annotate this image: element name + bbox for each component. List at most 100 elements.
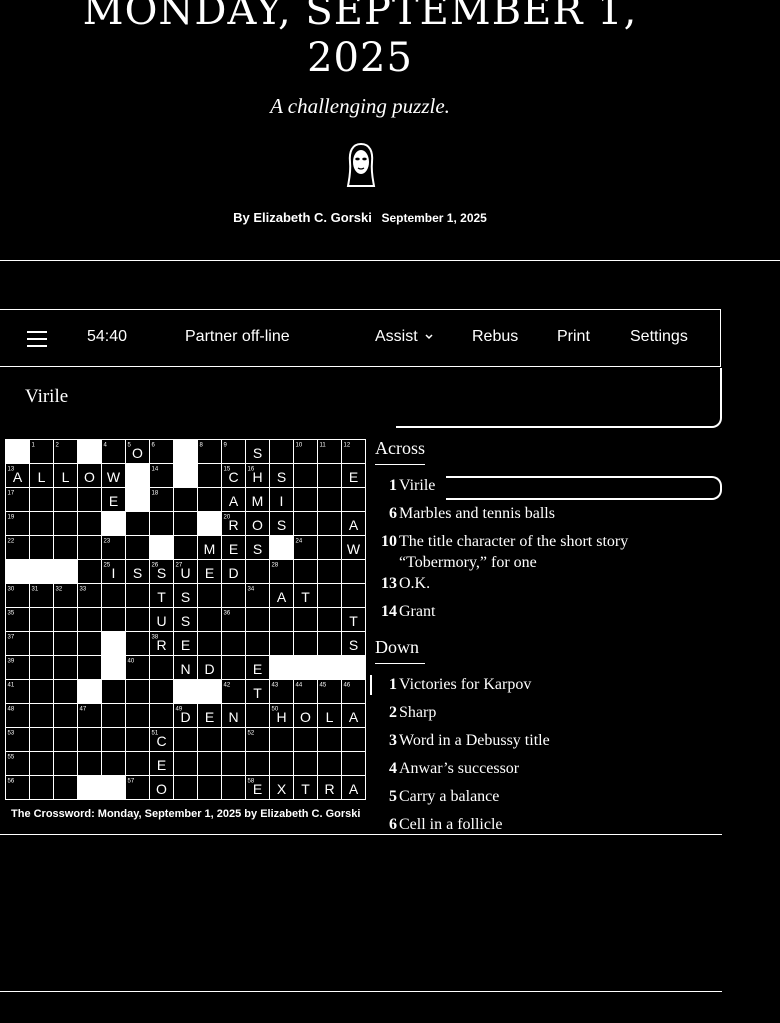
grid-cell[interactable] bbox=[101, 703, 126, 728]
grid-cell[interactable] bbox=[317, 583, 342, 608]
grid-cell[interactable] bbox=[173, 751, 198, 776]
grid-cell[interactable]: L bbox=[53, 463, 78, 488]
grid-cell[interactable]: 24 bbox=[293, 535, 318, 560]
grid-cell[interactable] bbox=[53, 487, 78, 512]
grid-cell[interactable]: 27U bbox=[173, 559, 198, 584]
grid-cell[interactable] bbox=[125, 583, 150, 608]
grid-cell[interactable] bbox=[173, 487, 198, 512]
grid-cell[interactable] bbox=[293, 751, 318, 776]
grid-cell[interactable]: M bbox=[197, 535, 222, 560]
grid-cell[interactable] bbox=[197, 727, 222, 752]
grid-cell[interactable]: 33 bbox=[77, 583, 102, 608]
grid-cell[interactable]: 9 bbox=[221, 439, 246, 464]
grid-cell[interactable] bbox=[53, 511, 78, 536]
settings-button[interactable]: Settings bbox=[630, 328, 688, 346]
grid-cell[interactable] bbox=[149, 511, 174, 536]
grid-cell[interactable] bbox=[341, 727, 366, 752]
grid-cell[interactable]: 53 bbox=[5, 727, 30, 752]
grid-cell[interactable]: E bbox=[101, 487, 126, 512]
grid-cell[interactable] bbox=[173, 727, 198, 752]
grid-cell[interactable]: 4 bbox=[101, 439, 126, 464]
grid-cell[interactable]: 50H bbox=[269, 703, 294, 728]
grid-cell[interactable]: X bbox=[269, 775, 294, 800]
grid-cell[interactable] bbox=[53, 727, 78, 752]
grid-cell[interactable]: 30 bbox=[5, 583, 30, 608]
grid-cell[interactable] bbox=[29, 487, 54, 512]
grid-cell[interactable] bbox=[269, 631, 294, 656]
grid-cell[interactable]: 58E bbox=[245, 775, 270, 800]
grid-cell[interactable] bbox=[293, 559, 318, 584]
partner-status[interactable]: Partner off-line bbox=[185, 328, 290, 346]
grid-cell[interactable]: 26S bbox=[149, 559, 174, 584]
grid-cell[interactable] bbox=[341, 583, 366, 608]
grid-cell[interactable]: 14 bbox=[149, 463, 174, 488]
grid-cell[interactable] bbox=[149, 655, 174, 680]
grid-cell[interactable]: 8 bbox=[197, 439, 222, 464]
grid-cell[interactable] bbox=[269, 751, 294, 776]
assist-menu[interactable]: Assist bbox=[375, 328, 434, 346]
grid-cell[interactable] bbox=[29, 703, 54, 728]
grid-cell[interactable] bbox=[317, 751, 342, 776]
grid-cell[interactable]: 11 bbox=[317, 439, 342, 464]
grid-cell[interactable]: T bbox=[341, 607, 366, 632]
grid-cell[interactable] bbox=[173, 535, 198, 560]
grid-cell[interactable] bbox=[269, 607, 294, 632]
grid-cell[interactable] bbox=[53, 535, 78, 560]
grid-cell[interactable]: N bbox=[221, 703, 246, 728]
grid-cell[interactable]: A bbox=[341, 775, 366, 800]
grid-cell[interactable] bbox=[29, 655, 54, 680]
author-name[interactable]: By Elizabeth C. Gorski bbox=[233, 210, 372, 225]
grid-cell[interactable]: S bbox=[269, 511, 294, 536]
grid-cell[interactable] bbox=[53, 607, 78, 632]
grid-cell[interactable]: A bbox=[221, 487, 246, 512]
grid-cell[interactable] bbox=[77, 607, 102, 632]
grid-cell[interactable] bbox=[53, 703, 78, 728]
grid-cell[interactable]: E bbox=[149, 751, 174, 776]
grid-cell[interactable]: 35 bbox=[5, 607, 30, 632]
grid-cell[interactable] bbox=[125, 703, 150, 728]
grid-cell[interactable]: U bbox=[149, 607, 174, 632]
grid-cell[interactable] bbox=[269, 439, 294, 464]
grid-cell[interactable] bbox=[125, 751, 150, 776]
grid-cell[interactable] bbox=[101, 727, 126, 752]
grid-cell[interactable] bbox=[221, 631, 246, 656]
grid-cell[interactable] bbox=[101, 679, 126, 704]
grid-cell[interactable]: 46 bbox=[341, 679, 366, 704]
grid-cell[interactable]: 34 bbox=[245, 583, 270, 608]
grid-cell[interactable] bbox=[341, 559, 366, 584]
grid-cell[interactable]: L bbox=[317, 703, 342, 728]
grid-cell[interactable] bbox=[125, 535, 150, 560]
grid-cell[interactable]: E bbox=[245, 655, 270, 680]
grid-cell[interactable]: S bbox=[269, 463, 294, 488]
grid-cell[interactable] bbox=[245, 559, 270, 584]
grid-cell[interactable]: 15C bbox=[221, 463, 246, 488]
grid-cell[interactable]: 31 bbox=[29, 583, 54, 608]
grid-cell[interactable] bbox=[341, 751, 366, 776]
grid-cell[interactable] bbox=[221, 727, 246, 752]
grid-cell[interactable] bbox=[77, 535, 102, 560]
grid-cell[interactable]: E bbox=[341, 463, 366, 488]
grid-cell[interactable]: 17 bbox=[5, 487, 30, 512]
grid-cell[interactable]: 47 bbox=[77, 703, 102, 728]
grid-cell[interactable]: 28 bbox=[269, 559, 294, 584]
grid-cell[interactable]: S bbox=[245, 535, 270, 560]
grid-cell[interactable] bbox=[221, 655, 246, 680]
grid-cell[interactable] bbox=[29, 775, 54, 800]
grid-cell[interactable]: 39 bbox=[5, 655, 30, 680]
grid-cell[interactable]: 52 bbox=[245, 727, 270, 752]
grid-cell[interactable]: A bbox=[341, 703, 366, 728]
grid-cell[interactable] bbox=[317, 511, 342, 536]
grid-cell[interactable] bbox=[29, 727, 54, 752]
grid-cell[interactable]: 12 bbox=[341, 439, 366, 464]
grid-cell[interactable] bbox=[197, 583, 222, 608]
grid-cell[interactable] bbox=[101, 751, 126, 776]
grid-cell[interactable]: 57 bbox=[125, 775, 150, 800]
grid-cell[interactable] bbox=[317, 727, 342, 752]
grid-cell[interactable]: S bbox=[125, 559, 150, 584]
grid-cell[interactable] bbox=[29, 679, 54, 704]
grid-cell[interactable]: 44 bbox=[293, 679, 318, 704]
print-button[interactable]: Print bbox=[557, 328, 590, 346]
grid-cell[interactable]: I bbox=[269, 487, 294, 512]
grid-cell[interactable] bbox=[221, 583, 246, 608]
grid-cell[interactable] bbox=[197, 607, 222, 632]
